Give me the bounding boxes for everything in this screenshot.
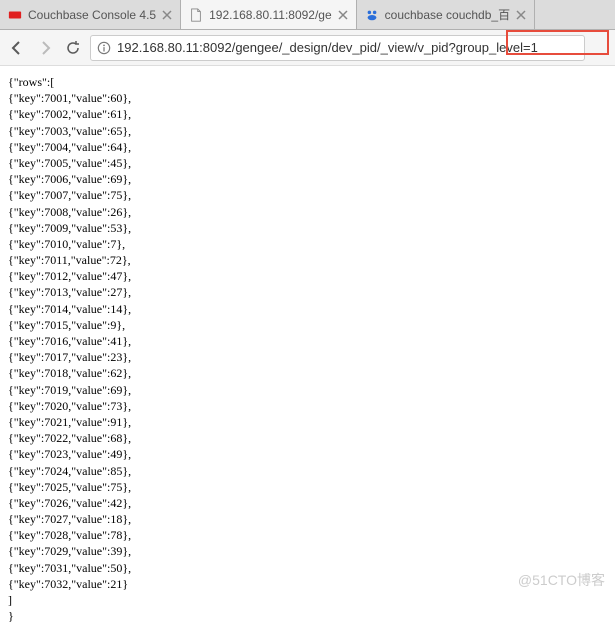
couchbase-icon (8, 8, 22, 22)
page-icon (189, 8, 203, 22)
tab-couchbase-console[interactable]: Couchbase Console 4.5 (0, 0, 181, 29)
back-button[interactable] (6, 37, 28, 59)
arrow-right-icon (37, 40, 53, 56)
json-footer-brace: } (8, 609, 14, 623)
close-icon[interactable] (516, 10, 526, 20)
tab-title: Couchbase Console 4.5 (28, 8, 156, 22)
json-header: {"rows":[ (8, 75, 54, 89)
baidu-icon (365, 8, 379, 22)
tab-baidu-search[interactable]: couchbase couchdb_百 (357, 0, 535, 29)
close-icon[interactable] (338, 10, 348, 20)
tab-title: 192.168.80.11:8092/ge (209, 8, 332, 22)
reload-button[interactable] (62, 37, 84, 59)
json-rows: {"key":7001,"value":60}, {"key":7002,"va… (8, 91, 131, 591)
tab-title: couchbase couchdb_百 (385, 6, 510, 23)
url-bar[interactable]: 192.168.80.11:8092/gengee/_design/dev_pi… (90, 35, 585, 61)
nav-bar: 192.168.80.11:8092/gengee/_design/dev_pi… (0, 30, 615, 66)
close-icon[interactable] (162, 10, 172, 20)
tab-json-view[interactable]: 192.168.80.11:8092/ge (181, 0, 357, 29)
forward-button[interactable] (34, 37, 56, 59)
tab-bar: Couchbase Console 4.5 192.168.80.11:8092… (0, 0, 615, 30)
json-response-body: {"rows":[ {"key":7001,"value":60}, {"key… (0, 66, 615, 632)
reload-icon (65, 40, 81, 56)
json-footer-bracket: ] (8, 593, 12, 607)
watermark: @51CTO博客 (518, 570, 605, 590)
arrow-left-icon (9, 40, 25, 56)
url-text: 192.168.80.11:8092/gengee/_design/dev_pi… (117, 40, 578, 55)
info-icon[interactable] (97, 41, 111, 55)
